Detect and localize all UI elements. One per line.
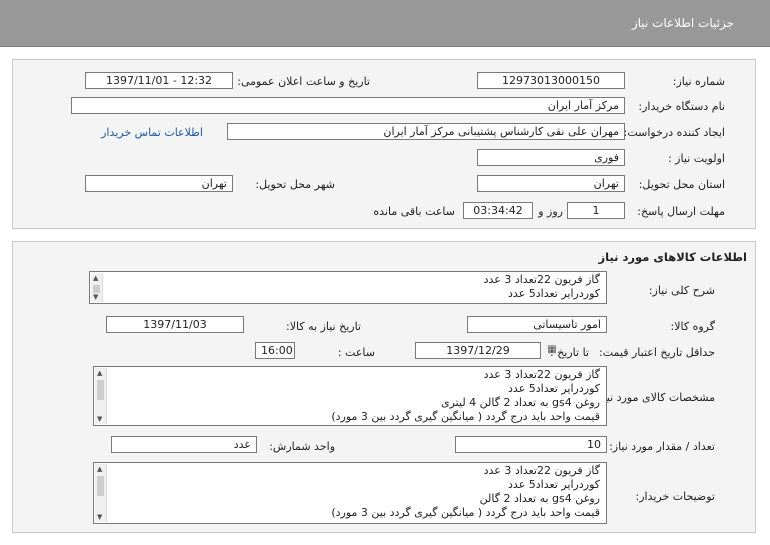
page-title: جزئیات اطلاعات نیاز xyxy=(631,16,734,30)
scroll-thumb[interactable] xyxy=(97,380,104,400)
buyer-contact-link[interactable]: اطلاعات تماس خریدار xyxy=(101,126,203,139)
specs-line: کوردرایر تعداد5 عدد xyxy=(508,382,600,395)
scroll-down-icon[interactable]: ▼ xyxy=(97,513,102,521)
scroll-up-icon[interactable]: ▲ xyxy=(97,369,102,377)
city-label: شهر محل تحویل: xyxy=(255,178,335,191)
specs-scrollbar[interactable]: ▲ ▼ xyxy=(95,368,107,424)
general-desc-textarea[interactable]: گاز فریون 22تعداد 3 عدد کوردرایر تعداد5 … xyxy=(89,271,607,304)
need-date-label: تاریخ نیاز به کالا: xyxy=(286,320,361,333)
remaining-label: ساعت باقی مانده xyxy=(373,205,455,218)
specs-textarea[interactable]: گاز فریون 22تعداد 3 عدد کوردرایر تعداد5 … xyxy=(93,366,607,426)
scroll-down-icon[interactable]: ▼ xyxy=(93,293,98,301)
days-unit-label: روز و xyxy=(538,205,563,218)
general-desc-label: شرح کلی نیاز: xyxy=(648,284,715,297)
unit-field[interactable]: عدد xyxy=(111,436,257,453)
creator-field[interactable]: مهران علی نقی کارشناس پشتیبانی مرکز آمار… xyxy=(227,123,625,140)
qty-field[interactable]: 10 xyxy=(455,436,607,453)
general-desc-scrollbar[interactable]: ▲ ▼ xyxy=(91,273,103,302)
specs-line: روغن gs4 به تعداد 2 گالن 4 لیتری xyxy=(441,396,600,409)
unit-label: واحد شمارش: xyxy=(269,440,335,453)
qty-label: تعداد / مقدار مورد نیاز: xyxy=(609,440,715,453)
priority-field[interactable]: فوری xyxy=(477,149,625,166)
validity-time-field[interactable]: 16:00 xyxy=(255,342,295,359)
province-label: استان محل تحویل: xyxy=(638,178,725,191)
general-desc-line: گاز فریون 22تعداد 3 عدد xyxy=(483,273,600,286)
specs-label: مشخصات کالای مورد نیاز: xyxy=(594,391,715,404)
goods-info-panel: اطلاعات کالاهای مورد نیاز شرح کلی نیاز: … xyxy=(12,241,756,533)
goods-section-title: اطلاعات کالاهای مورد نیاز xyxy=(598,250,747,264)
page-header: جزئیات اطلاعات نیاز xyxy=(0,0,770,47)
goods-group-label: گروه کالا: xyxy=(670,320,715,333)
priority-label: اولویت نیاز : xyxy=(667,152,725,165)
scroll-thumb[interactable] xyxy=(97,476,104,496)
announce-datetime-field[interactable]: 1397/11/01 - 12:32 xyxy=(85,72,233,89)
need-info-panel: شماره نیاز: 12973013000150 تاریخ و ساعت … xyxy=(12,59,756,229)
province-field[interactable]: تهران xyxy=(477,175,625,192)
specs-line: گاز فریون 22تعداد 3 عدد xyxy=(483,368,600,381)
deadline-label: مهلت ارسال پاسخ: xyxy=(637,205,725,218)
announce-datetime-label: تاریخ و ساعت اعلان عمومی: xyxy=(237,75,370,88)
need-date-field[interactable]: 1397/11/03 xyxy=(106,316,244,333)
buyer-notes-line: کوردرایر تعداد5 عدد xyxy=(508,478,600,491)
goods-group-field[interactable]: امور تاسیساتی xyxy=(467,316,607,333)
days-field[interactable]: 1 xyxy=(567,202,625,219)
city-field[interactable]: تهران xyxy=(85,175,233,192)
creator-label: ایجاد کننده درخواست: xyxy=(623,126,725,139)
buyer-notes-line: روغن gs4 به تعداد 2 گالن xyxy=(479,492,600,505)
need-number-field[interactable]: 12973013000150 xyxy=(477,72,625,89)
buyer-notes-textarea[interactable]: گاز فریون 22تعداد 3 عدد کوردرایر تعداد5 … xyxy=(93,462,607,524)
buyer-notes-line: گاز فریون 22تعداد 3 عدد xyxy=(483,464,600,477)
buyer-org-label: نام دستگاه خریدار: xyxy=(638,100,725,113)
calendar-icon[interactable]: ▦ xyxy=(545,343,559,357)
general-desc-line: کوردرایر تعداد5 عدد xyxy=(508,287,600,300)
validity-time-label: ساعت : xyxy=(337,346,375,359)
until-date-field[interactable]: 1397/12/29 xyxy=(415,342,541,359)
buyer-notes-scrollbar[interactable]: ▲ ▼ xyxy=(95,464,107,522)
buyer-notes-label: توضیحات خریدار: xyxy=(635,490,716,503)
scroll-thumb[interactable] xyxy=(93,285,100,293)
price-validity-label: حداقل تاریخ اعتبار قیمت: xyxy=(599,346,715,359)
specs-line: قیمت واحد باید درج گردد ( میانگین گیری گ… xyxy=(331,410,600,423)
need-number-label: شماره نیاز: xyxy=(672,75,725,88)
buyer-org-field[interactable]: مرکز آمار ایران xyxy=(71,97,625,114)
scroll-up-icon[interactable]: ▲ xyxy=(97,465,102,473)
scroll-down-icon[interactable]: ▼ xyxy=(97,415,102,423)
scroll-up-icon[interactable]: ▲ xyxy=(93,274,98,282)
time-left-field[interactable]: 03:34:42 xyxy=(463,202,533,219)
buyer-notes-line: قیمت واحد باید درج گردد ( میانگین گیری گ… xyxy=(331,506,600,519)
